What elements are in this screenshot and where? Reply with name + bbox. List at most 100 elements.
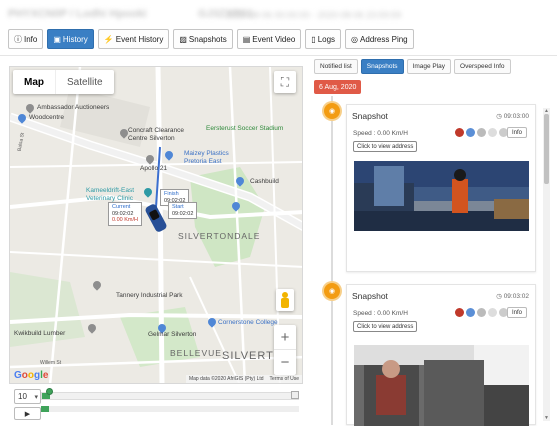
tab-notified-list[interactable]: Notified list <box>314 59 358 74</box>
street-view-pegman-icon[interactable] <box>276 289 294 311</box>
view-address-button[interactable]: Click to view address <box>353 321 418 332</box>
signal-icon <box>466 128 475 137</box>
status-icons <box>455 128 508 137</box>
tab-logs[interactable]: ▯ Logs <box>305 29 342 49</box>
fullscreen-icon: ⛶ <box>280 74 290 89</box>
tab-info[interactable]: ⓘ Info <box>8 29 44 49</box>
map-label-bellevue: BELLEVUE <box>170 348 222 358</box>
film-icon: ▤ <box>242 34 251 44</box>
map-label-ambassador: Ambassador Auctioneers <box>37 104 110 111</box>
vehicle-title: PHYXCN0P / Lodhi Hpooki <box>8 8 147 20</box>
power-icon <box>477 308 486 317</box>
view-address-button[interactable]: Click to view address <box>353 141 418 152</box>
map-type-satellite[interactable]: Satellite <box>55 70 114 94</box>
tab-divider <box>0 55 557 56</box>
map-label-maizey-2: Pretoria East <box>184 158 222 165</box>
alarm-icon <box>455 128 464 137</box>
map-label-concraft: Concraft Clearance <box>128 127 184 134</box>
tab-event-video[interactable]: ▤ Event Video <box>236 29 302 49</box>
tab-image-play[interactable]: Image Play <box>406 59 452 74</box>
zoom-out-button[interactable]: − <box>274 350 296 375</box>
snapshot-card: Snapshot ◷ 09:03:02 Speed : 0.00 Km/H In… <box>346 284 536 426</box>
map-label-maizey: Maizey Plastics <box>184 150 229 157</box>
play-button[interactable]: ▶ <box>14 407 41 420</box>
map-attribution: Map data ©2020 AfriGIS (Pty) Ltd Terms o… <box>185 375 302 383</box>
map-label-silvertondale: SILVERTONDALE <box>178 231 261 241</box>
snapshot-photo <box>354 345 529 426</box>
snapshot-time: ◷ 09:03:02 <box>496 293 529 300</box>
tab-history[interactable]: ▣ History <box>47 29 94 49</box>
current-marker-popup[interactable]: Current 09:02:02 0.00 Km/H <box>108 202 142 226</box>
target-icon: ◎ <box>351 34 359 44</box>
snapshot-tabs: Notified list Snapshots Image Play Overs… <box>314 59 511 74</box>
playback-progress-fill <box>41 406 49 412</box>
alarm-icon <box>455 308 464 317</box>
snapshot-image[interactable] <box>354 345 529 426</box>
scrollbar-thumb[interactable] <box>544 114 549 184</box>
terms-link[interactable]: Terms of Use <box>270 376 299 382</box>
playback-progress-bar <box>41 406 299 412</box>
map-type-control: Map Satellite <box>13 70 114 94</box>
bolt-icon: ⚡ <box>103 34 114 44</box>
snapshot-speed: Speed : 0.00 Km/H <box>353 310 408 317</box>
map-label-silverton: SILVERT <box>222 350 274 362</box>
zoom-in-button[interactable]: + <box>274 325 296 350</box>
map-label-tannery: Tannery Industrial Park <box>116 292 183 299</box>
status-icons <box>455 308 508 317</box>
map-label-apollo: Apollo 21 <box>140 165 168 172</box>
info-icon: ⓘ <box>14 34 22 44</box>
tab-snapshots-list[interactable]: Snapshots <box>360 59 404 74</box>
playback-speed-select[interactable]: 10 <box>14 389 41 404</box>
playback-slider[interactable] <box>41 392 299 400</box>
signal-icon <box>466 308 475 317</box>
snapshot-time: ◷ 09:03:00 <box>496 113 529 120</box>
zoom-control: + − <box>274 325 296 375</box>
camera-icon: ◉ <box>324 283 340 299</box>
page-header: PHYXCN0P / Lodhi Hpooki GJ3ZXR01 2020-08… <box>0 0 557 28</box>
file-icon: ▯ <box>311 34 316 44</box>
image-icon: ▨ <box>179 34 187 44</box>
info-button[interactable]: Info <box>506 307 527 318</box>
snapshot-title: Snapshot <box>352 291 388 301</box>
main-tabs: ⓘ Info ▣ History ⚡ Event History ▨ Snapshots… <box>8 29 414 49</box>
snapshot-card: Snapshot ◷ 09:03:00 Speed : 0.00 Km/H In… <box>346 104 536 272</box>
date-badge: 6 Aug, 2020 <box>314 80 362 94</box>
fullscreen-button[interactable]: ⛶ <box>274 71 296 93</box>
map-label-cornerstone: Cornerstone College <box>218 319 278 326</box>
bus-icon: ▣ <box>53 34 61 44</box>
period-label: 2020-08-06 00:00:00 - 2020-08-06 23:59:5… <box>226 10 402 20</box>
snapshot-scrollbar[interactable]: ▲ ▼ <box>543 108 550 421</box>
google-logo: Google <box>14 370 49 381</box>
snapshot-photo <box>354 161 529 231</box>
camera-icon: ◉ <box>324 103 340 119</box>
map-label-kwikbuild: Kwikbuild Lumber <box>14 330 66 337</box>
map-type-map[interactable]: Map <box>13 70 55 94</box>
map-label-cashbuild: Cashbuild <box>250 178 279 185</box>
map-label-willem: Willem St <box>40 360 62 366</box>
moon-icon <box>488 308 497 317</box>
moon-icon <box>488 128 497 137</box>
tab-overspeed-info[interactable]: Overspeed Info <box>454 59 511 74</box>
clock-icon: ◷ <box>496 113 504 120</box>
tab-address-ping[interactable]: ◎ Address Ping <box>345 29 414 49</box>
map-view[interactable]: Map Satellite ⛶ Ambassador Auctioneers W… <box>9 66 303 384</box>
map-label-kameeldrift-2: Veterinary Clinic <box>86 195 133 202</box>
scroll-down-icon[interactable]: ▼ <box>543 415 550 421</box>
map-label-concraft-2: Centre Silverton <box>128 135 175 142</box>
playback-slider-handle[interactable] <box>45 388 53 395</box>
map-label-woodcentre: Woodcentre <box>29 114 64 121</box>
playback-controls: 10 ▶ <box>9 386 303 422</box>
snapshot-speed: Speed : 0.00 Km/H <box>353 130 408 137</box>
tab-event-history[interactable]: ⚡ Event History <box>97 29 170 49</box>
map-label-eersterust: Eersterust Soccer Stadium <box>206 125 284 132</box>
snapshot-title: Snapshot <box>352 111 388 121</box>
start-marker-popup[interactable]: Start 09:02:02 <box>168 202 198 220</box>
map-label-gelmar: Gelmar Silverton <box>148 331 197 338</box>
clock-icon: ◷ <box>496 293 504 300</box>
tab-snapshots[interactable]: ▨ Snapshots <box>173 29 233 49</box>
snapshot-image[interactable] <box>354 161 529 231</box>
timeline-line <box>331 96 333 425</box>
map-label-kameeldrift: Kameeldrift-East <box>86 187 135 194</box>
power-icon <box>477 128 486 137</box>
info-button[interactable]: Info <box>506 127 527 138</box>
